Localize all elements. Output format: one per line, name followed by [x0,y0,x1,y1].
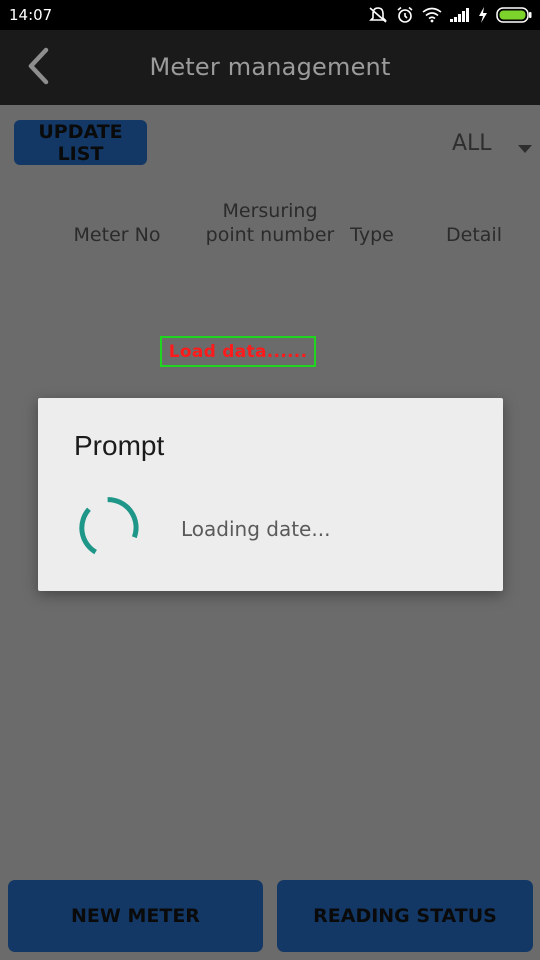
status-icons [368,4,532,26]
wifi-icon [422,7,442,23]
column-header-measuring-point: Mersuring point number [205,200,335,246]
status-time: 14:07 [9,6,53,24]
prompt-dialog: Prompt Loading date... [38,398,503,591]
signal-icon [450,8,470,22]
loading-banner: Load data...... [160,336,316,367]
update-list-button[interactable]: UPDATE LIST [14,120,147,165]
column-header-detail: Detail [446,224,502,246]
status-bar: 14:07 [0,0,540,30]
column-header-meter-no: Meter No [73,224,161,246]
new-meter-button[interactable]: NEW METER [8,880,263,952]
reading-status-button[interactable]: READING STATUS [277,880,533,952]
app-bar: Meter management [0,30,540,105]
column-header-type: Type [350,224,394,246]
page-title: Meter management [149,53,391,81]
battery-icon [496,7,532,23]
dialog-message: Loading date... [181,517,331,541]
dialog-title: Prompt [74,430,165,461]
loading-spinner-icon [76,495,142,561]
alarm-icon [396,6,414,24]
dropdown-arrow-icon [518,139,532,158]
filter-dropdown[interactable]: ALL [440,127,540,161]
mute-icon [368,6,388,24]
charging-icon [478,7,488,23]
filter-value: ALL [452,131,492,156]
